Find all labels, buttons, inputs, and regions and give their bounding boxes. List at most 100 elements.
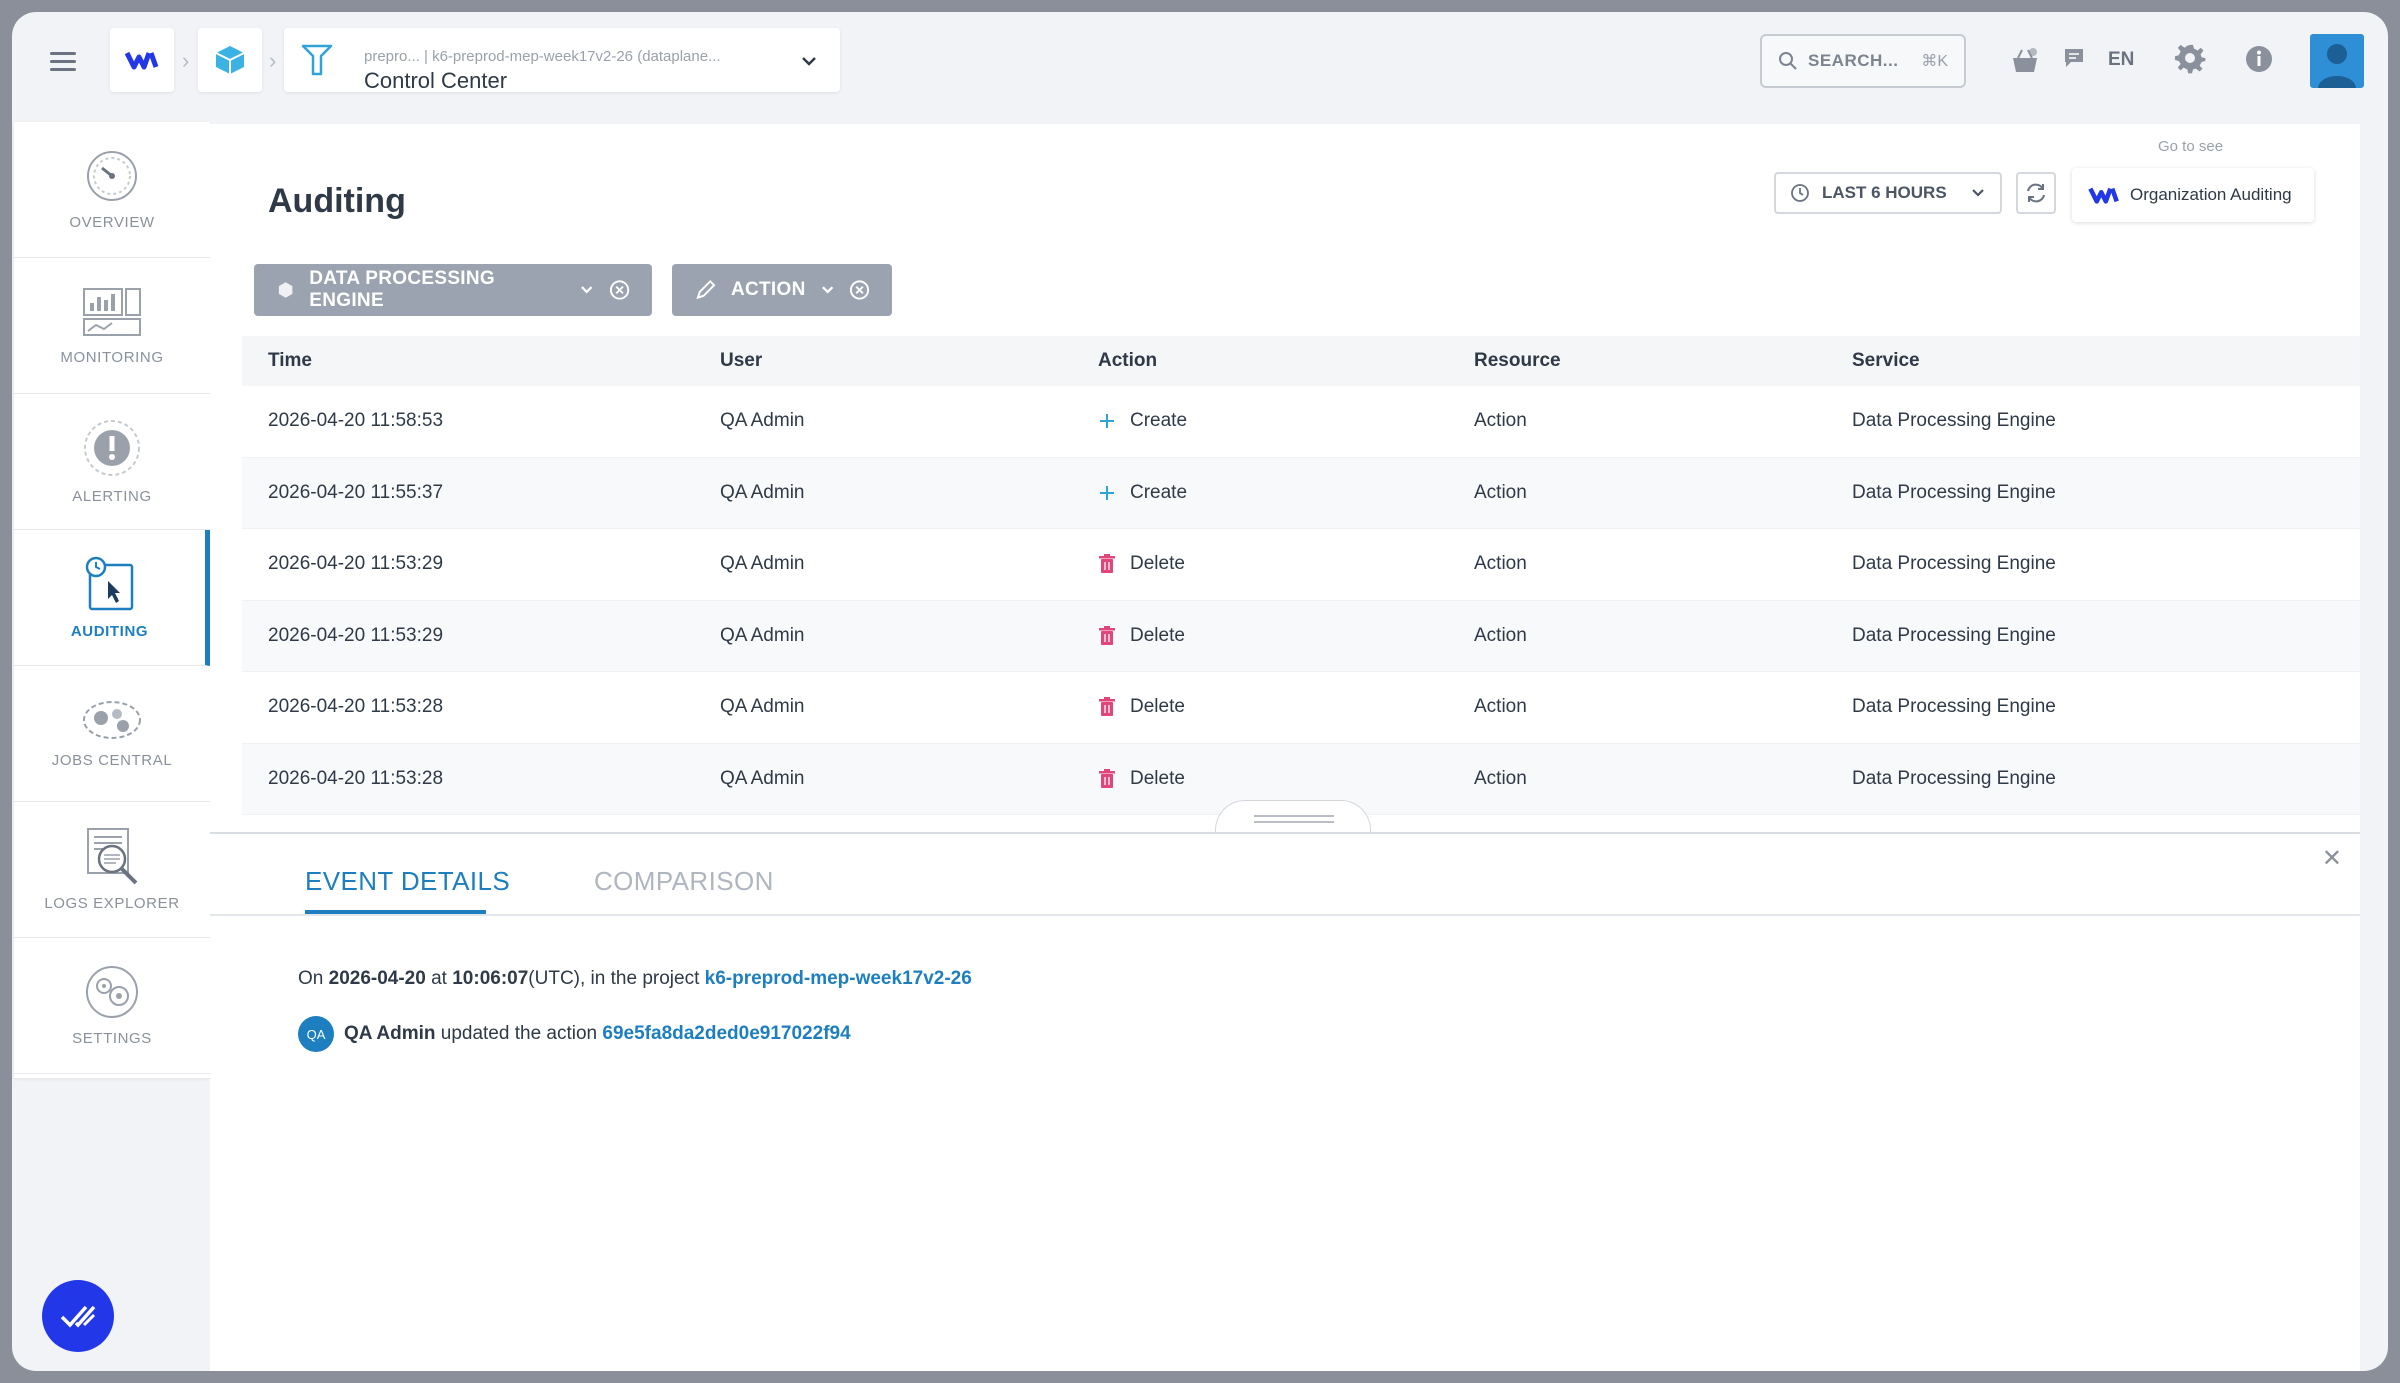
marketplace-icon[interactable] [2010,46,2040,76]
alert-icon [84,420,140,476]
action-label: Delete [1130,624,1185,646]
column-header-service[interactable]: Service [1852,350,1920,372]
tab-active-indicator [305,910,486,914]
sidebar-item-label: AUDITING [70,623,149,640]
chevron-down-icon[interactable] [820,282,835,298]
chevron-down-icon[interactable] [579,282,594,298]
cell-service: Data Processing Engine [1852,624,2056,646]
column-header-action[interactable]: Action [1098,350,1157,372]
cell-action: Delete [1098,768,1185,790]
column-header-user[interactable]: User [720,350,762,372]
sidebar-item-overview[interactable]: OVERVIEW [14,122,210,258]
sidebar-item-auditing[interactable]: AUDITING [14,530,210,666]
cell-action: Delete [1098,696,1185,718]
clear-filter-icon[interactable] [849,279,870,301]
goto-label: Go to see [2158,138,2224,155]
sidebar-item-label: OVERVIEW [69,214,155,231]
table-row[interactable]: 2026-04-20 11:53:29 QA Admin Delete Acti… [242,600,2360,672]
column-header-time[interactable]: Time [268,350,312,372]
cell-user: QA Admin [720,481,805,503]
menu-icon[interactable] [50,52,76,72]
cell-resource: Action [1474,624,1527,646]
sidebar-item-monitoring[interactable]: MONITORING [14,258,210,394]
project-link[interactable]: k6-preprod-mep-week17v2-26 [705,968,972,989]
tab-event-details[interactable]: EVENT DETAILS [305,866,510,897]
cell-time: 2026-04-20 11:58:53 [268,410,444,432]
event-date: 2026-04-20 [328,968,426,989]
trash-icon [1099,554,1115,574]
gear-icon[interactable] [2174,42,2208,76]
search-shortcut: ⌘K [1921,53,1948,70]
trash-icon [1099,697,1115,717]
search-input[interactable]: SEARCH... ⌘K [1760,34,1966,88]
cell-user: QA Admin [720,410,805,432]
plus-icon [1100,414,1114,429]
breadcrumb-control-center[interactable]: prepro... | k6-preprod-mep-week17v2-26 (… [284,28,840,93]
table-header: Time User Action Resource Service [242,336,2360,386]
panel-resize-handle[interactable] [1215,800,1371,834]
plus-icon [1100,485,1114,500]
table-row[interactable]: 2026-04-20 11:53:28 QA Admin Delete Acti… [242,672,2360,744]
chevron-down-icon [1972,189,1984,197]
info-icon[interactable] [2244,44,2274,74]
double-check-icon [60,1305,96,1328]
cube-icon [215,46,245,74]
cell-resource: Action [1474,481,1527,503]
time-range-select[interactable]: LAST 6 HOURS [1774,172,2002,214]
cell-action: Delete [1098,625,1185,647]
event-actor: QA QA Admin updated the action 69e5fa8da… [298,1016,851,1052]
sidebar-item-label: JOBS CENTRAL [51,752,173,769]
cell-action: Delete [1098,553,1185,575]
event-text: (UTC), in the project [528,968,705,989]
cell-time: 2026-04-20 11:53:28 [268,696,444,718]
filter-chip-label: ACTION [730,279,806,300]
actor-name: QA Admin [344,1023,436,1044]
cell-user: QA Admin [720,767,805,789]
cell-user: QA Admin [720,553,805,575]
column-header-resource[interactable]: Resource [1474,350,1561,372]
cell-time: 2026-04-20 11:55:37 [268,481,444,503]
sidebar-item-alerting[interactable]: ALERTING [14,394,210,530]
cell-resource: Action [1474,696,1527,718]
chat-icon[interactable] [2062,46,2086,70]
time-range-label: LAST 6 HOURS [1822,183,1947,202]
funnel-icon [301,44,333,76]
user-avatar[interactable] [2310,34,2364,88]
organization-auditing-label: Organization Auditing [2130,185,2292,204]
cell-action: Create [1098,410,1187,432]
organization-auditing-button[interactable]: Organization Auditing [2072,168,2314,222]
breadcrumb-sub: prepro... | k6-preprod-mep-week17v2-26 (… [364,48,721,65]
org-logo-button[interactable] [110,28,174,92]
action-label: Delete [1130,696,1185,718]
filter-chip-service[interactable]: DATA PROCESSING ENGINE [254,264,652,316]
cell-time: 2026-04-20 11:53:29 [268,624,444,646]
table-row[interactable]: 2026-04-20 11:58:53 QA Admin Create Acti… [242,386,2360,458]
refresh-button[interactable] [2016,172,2056,214]
sidebar-item-label: MONITORING [60,349,164,366]
tab-comparison[interactable]: COMPARISON [594,866,774,897]
sidebar-item-label: LOGS EXPLORER [44,895,180,912]
assistant-button[interactable] [42,1280,114,1352]
hexagon-icon [278,282,293,298]
cell-service: Data Processing Engine [1852,481,2056,503]
project-cube-button[interactable] [198,28,262,92]
action-id-link[interactable]: 69e5fa8da2ded0e917022f94 [602,1023,850,1044]
sidebar-item-jobs-central[interactable]: JOBS CENTRAL [14,666,210,802]
breadcrumb-separator: › [269,48,277,73]
event-details-panel: ✕ EVENT DETAILS COMPARISON On 2026-04-20… [210,832,2360,1371]
sidebar-item-settings[interactable]: SETTINGS [14,938,210,1074]
search-icon [1779,52,1797,70]
clear-filter-icon[interactable] [609,279,630,301]
chevron-down-icon[interactable] [800,52,818,70]
sidebar: OVERVIEW MONITORING ALERTING AUDITING JO… [14,122,210,1078]
sidebar-item-label: SETTINGS [72,1030,152,1047]
logs-icon [87,828,138,885]
filter-chip-action[interactable]: ACTION [672,264,892,316]
cell-resource: Action [1474,767,1527,789]
cell-user: QA Admin [720,696,805,718]
table-row[interactable]: 2026-04-20 11:53:29 QA Admin Delete Acti… [242,529,2360,601]
language-selector[interactable]: EN [2108,49,2134,71]
table-row[interactable]: 2026-04-20 11:55:37 QA Admin Create Acti… [242,457,2360,529]
trash-icon [1099,625,1115,645]
sidebar-item-logs-explorer[interactable]: LOGS EXPLORER [14,802,210,938]
